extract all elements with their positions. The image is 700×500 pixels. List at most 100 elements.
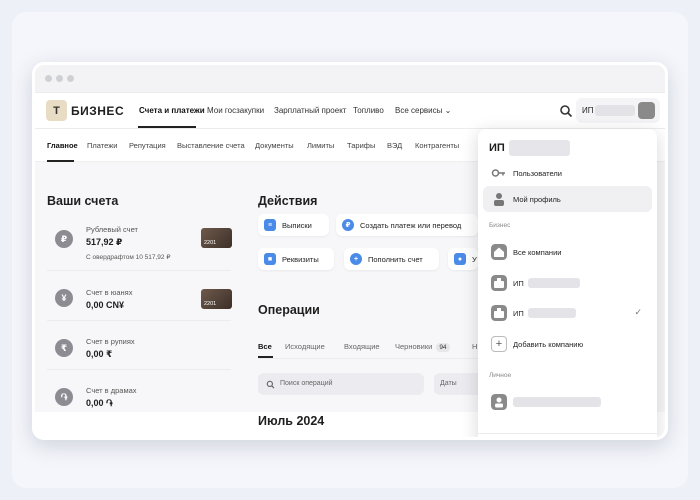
window-dot-close[interactable]	[45, 75, 52, 82]
redacted-company-name	[528, 278, 580, 288]
account-amount: 0,00 CN¥	[86, 300, 125, 310]
actions-title: Действия	[258, 194, 318, 208]
nav-accounts-payments[interactable]: Счета и платежи	[139, 106, 205, 115]
plus-icon: +	[350, 253, 362, 265]
rupee-icon: ₹	[55, 339, 73, 357]
avatar	[638, 102, 655, 119]
redacted-company-name	[528, 308, 576, 318]
subnav-invoicing[interactable]: Выставление счета	[177, 141, 245, 150]
all-companies-label: Все компании	[513, 248, 562, 257]
card-number: 2201	[204, 240, 217, 246]
account-amount: 517,92 ₽	[86, 237, 123, 247]
check-icon: ✓	[634, 307, 642, 317]
bank-card[interactable]: 2201	[201, 289, 232, 309]
logo[interactable]: T	[46, 100, 67, 121]
menu-item-all-companies[interactable]: Все компании	[483, 239, 652, 265]
tab-more[interactable]: Н	[472, 342, 477, 351]
subnav-ved[interactable]: ВЭД	[387, 141, 402, 150]
subnav-tariffs[interactable]: Тарифы	[347, 141, 375, 150]
user-dropdown-menu: ИП Пользователи Мой профиль Бизнес Все к	[478, 129, 657, 437]
account-name[interactable]: Счет в юанях	[86, 288, 133, 297]
menu-item-my-profile[interactable]: Мой профиль	[483, 186, 652, 212]
users-action-button[interactable]: ● У	[448, 248, 478, 270]
key-icon	[491, 169, 505, 177]
menu-item-personal-account[interactable]	[483, 389, 652, 415]
tab-outgoing[interactable]: Исходящие	[285, 342, 325, 351]
nav-salary-project[interactable]: Зарплатный проект	[274, 106, 346, 115]
divider	[47, 369, 231, 370]
nav-all-services[interactable]: Все сервисы ⌄	[395, 106, 451, 115]
operations-title: Операции	[258, 303, 320, 317]
plus-icon: +	[491, 336, 507, 352]
search-icon[interactable]	[559, 104, 573, 118]
menu-item-add-company[interactable]: + Добавить компанию	[483, 331, 652, 357]
ruble-payment-icon: ₽	[342, 219, 354, 231]
tab-all[interactable]: Все	[258, 342, 272, 351]
account-name[interactable]: Счет в рупиях	[86, 337, 135, 346]
top-up-button[interactable]: + Пополнить счет	[344, 248, 439, 270]
dropdown-title: ИП	[489, 142, 505, 154]
redacted-name	[509, 140, 570, 156]
subnav-reputation[interactable]: Репутация	[129, 141, 166, 150]
brand-name: БИЗНЕС	[71, 104, 125, 118]
document-icon: ≡	[264, 219, 276, 231]
menu-item-company-1[interactable]: ИП	[483, 270, 652, 296]
tab-incoming[interactable]: Входящие	[344, 342, 380, 351]
tab-drafts-label: Черновики	[395, 342, 433, 351]
person-account-icon	[491, 394, 507, 410]
user-menu-button[interactable]: ИП	[576, 98, 660, 123]
nav-fuel[interactable]: Топливо	[353, 106, 384, 115]
divider	[258, 358, 478, 359]
search-operations-input[interactable]: Поиск операций	[258, 373, 424, 395]
requisites-label: Реквизиты	[282, 255, 319, 264]
dram-icon: ֏	[55, 388, 73, 406]
nav-procurements[interactable]: Мои госзакупки	[207, 106, 264, 115]
ruble-icon: ₽	[55, 230, 73, 248]
menu-item-company-2[interactable]: ИП ✓	[483, 300, 652, 326]
nav-active-underline	[138, 126, 196, 128]
subnav-documents[interactable]: Документы	[255, 141, 294, 150]
statements-button[interactable]: ≡ Выписки	[258, 214, 329, 236]
divider	[47, 320, 231, 321]
top-navigation: T БИЗНЕС Счета и платежи Мои госзакупки …	[35, 93, 665, 129]
menu-item-profile-label: Мой профиль	[513, 195, 561, 204]
card-number: 2201	[204, 301, 217, 307]
statements-label: Выписки	[282, 221, 312, 230]
company-1-label: ИП	[513, 279, 524, 288]
create-payment-label: Создать платеж или перевод	[360, 221, 462, 230]
top-up-label: Пополнить счет	[368, 255, 423, 264]
accounts-title: Ваши счета	[47, 194, 119, 208]
account-amount: 0,00 ₹	[86, 349, 113, 359]
add-company-label: Добавить компанию	[513, 340, 584, 349]
search-placeholder: Поиск операций	[280, 380, 333, 387]
chevron-down-icon: ⌄	[444, 106, 452, 115]
browser-window: T БИЗНЕС Счета и платежи Мои госзакупки …	[32, 62, 668, 440]
create-payment-button[interactable]: ₽ Создать платеж или перевод	[336, 214, 478, 236]
menu-item-users[interactable]: Пользователи	[483, 160, 652, 186]
requisites-button[interactable]: ■ Реквизиты	[258, 248, 334, 270]
redacted-personal-name	[513, 397, 601, 407]
month-heading: Июль 2024	[258, 414, 325, 428]
users-action-label: У	[472, 255, 477, 264]
company-2-label: ИП	[513, 309, 524, 318]
account-name[interactable]: Счет в драмах	[86, 386, 137, 395]
subnav-limits[interactable]: Лимиты	[307, 141, 334, 150]
company-icon	[491, 305, 507, 321]
bank-card[interactable]: 2201	[201, 228, 232, 248]
home-icon	[491, 244, 507, 260]
window-dot-minimize[interactable]	[56, 75, 63, 82]
account-overdraft: С овердрафтом 10 517,92 ₽	[86, 254, 171, 261]
dates-filter[interactable]: Даты	[434, 373, 482, 395]
tab-drafts[interactable]: Черновики 94	[395, 342, 450, 352]
logo-letter: T	[53, 104, 60, 117]
section-personal: Личное	[489, 372, 512, 379]
subnav-main[interactable]: Главное	[47, 141, 78, 150]
user-icon: ●	[454, 253, 466, 265]
subnav-payments[interactable]: Платежи	[87, 141, 117, 150]
window-dot-maximize[interactable]	[67, 75, 74, 82]
user-icon	[494, 193, 504, 206]
nav-all-services-label: Все сервисы	[395, 106, 443, 115]
account-name[interactable]: Рублевый счет	[86, 225, 138, 234]
subnav-counterparties[interactable]: Контрагенты	[415, 141, 459, 150]
search-icon	[266, 380, 275, 389]
